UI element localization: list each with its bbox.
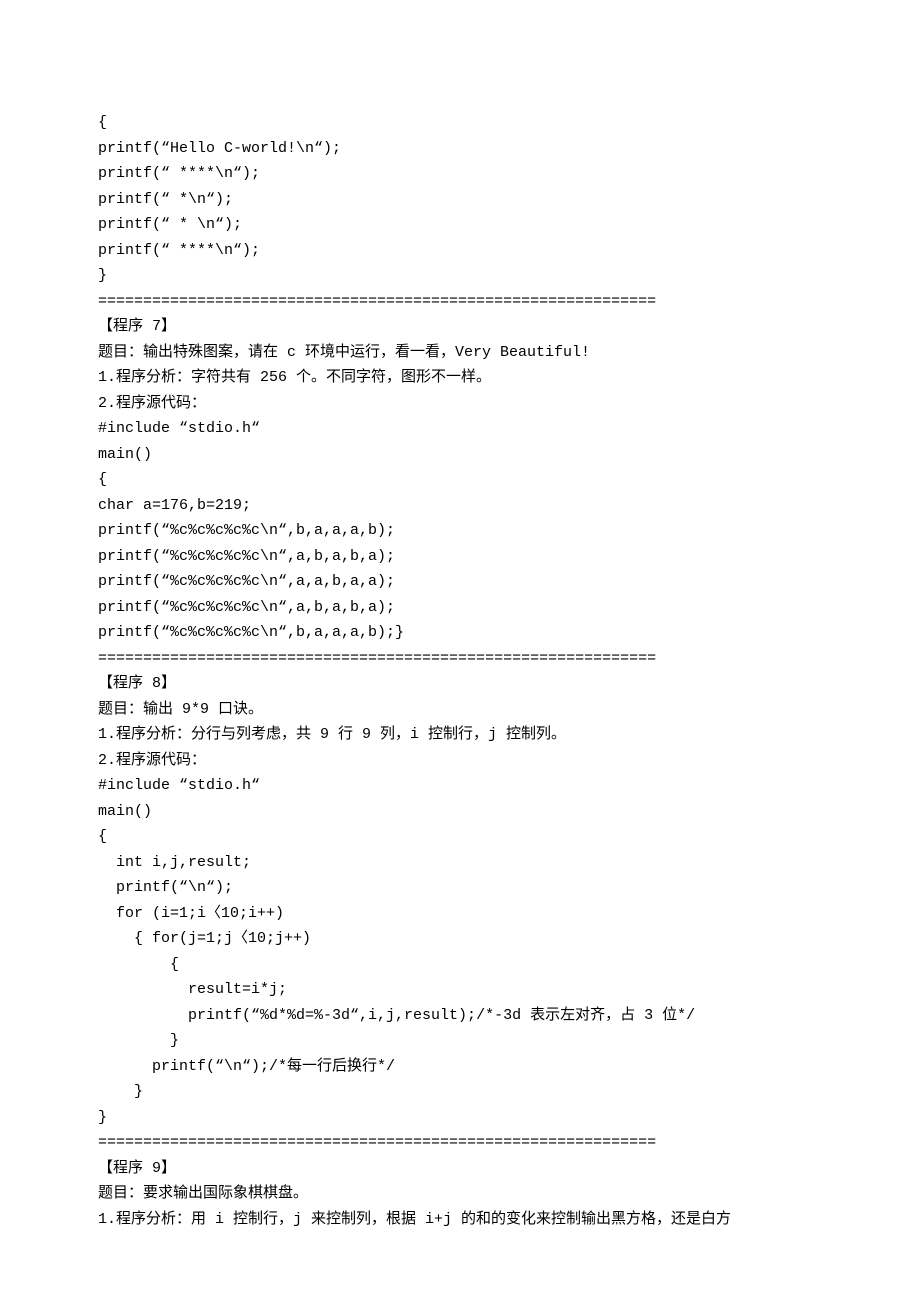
code-line: } <box>98 263 822 289</box>
code-line: } <box>98 1028 822 1054</box>
code-line: 【程序 8】 <box>98 671 822 697</box>
code-line: 1.程序分析：分行与列考虑，共 9 行 9 列，i 控制行，j 控制列。 <box>98 722 822 748</box>
code-line: printf(“%d*%d=%-3d“,i,j,result);/*-3d 表示… <box>98 1003 822 1029</box>
code-line: { for(j=1;j〈10;j++) <box>98 926 822 952</box>
code-line: result=i*j; <box>98 977 822 1003</box>
code-line: printf(“%c%c%c%c%c\n“,b,a,a,a,b);} <box>98 620 822 646</box>
code-line: { <box>98 952 822 978</box>
code-line: printf(“\n“); <box>98 875 822 901</box>
code-line: } <box>98 1079 822 1105</box>
code-line: { <box>98 110 822 136</box>
code-line: 题目：要求输出国际象棋棋盘。 <box>98 1181 822 1207</box>
code-line: 【程序 7】 <box>98 314 822 340</box>
code-line: printf(“%c%c%c%c%c\n“,a,b,a,b,a); <box>98 544 822 570</box>
code-line: 1.程序分析：用 i 控制行，j 来控制列，根据 i+j 的和的变化来控制输出黑… <box>98 1207 822 1233</box>
code-line: } <box>98 1105 822 1131</box>
code-line: printf(“Hello C-world!\n“); <box>98 136 822 162</box>
code-line: printf(“%c%c%c%c%c\n“,a,b,a,b,a); <box>98 595 822 621</box>
code-line: #include “stdio.h“ <box>98 416 822 442</box>
code-line: 题目：输出特殊图案，请在 c 环境中运行，看一看，Very Beautiful! <box>98 340 822 366</box>
code-line: 【程序 9】 <box>98 1156 822 1182</box>
code-line: int i,j,result; <box>98 850 822 876</box>
code-line: ========================================… <box>98 289 822 315</box>
code-line: 1.程序分析：字符共有 256 个。不同字符，图形不一样。 <box>98 365 822 391</box>
code-line: main() <box>98 799 822 825</box>
code-line: printf(“%c%c%c%c%c\n“,a,a,b,a,a); <box>98 569 822 595</box>
code-line: ========================================… <box>98 1130 822 1156</box>
code-line: printf(“ ****\n“); <box>98 161 822 187</box>
code-line: char a=176,b=219; <box>98 493 822 519</box>
code-line: { <box>98 824 822 850</box>
code-line: for (i=1;i〈10;i++) <box>98 901 822 927</box>
code-line: 2.程序源代码： <box>98 391 822 417</box>
code-line: ========================================… <box>98 646 822 672</box>
code-line: #include “stdio.h“ <box>98 773 822 799</box>
document-page: {printf(“Hello C-world!\n“);printf(“ ***… <box>0 0 920 1302</box>
code-line: printf(“ ****\n“); <box>98 238 822 264</box>
code-line: printf(“%c%c%c%c%c\n“,b,a,a,a,b); <box>98 518 822 544</box>
code-line: printf(“ * \n“); <box>98 212 822 238</box>
code-line: main() <box>98 442 822 468</box>
code-line: printf(“ *\n“); <box>98 187 822 213</box>
code-line: { <box>98 467 822 493</box>
code-line: 题目：输出 9*9 口诀。 <box>98 697 822 723</box>
code-line: 2.程序源代码： <box>98 748 822 774</box>
code-line: printf(“\n“);/*每一行后换行*/ <box>98 1054 822 1080</box>
